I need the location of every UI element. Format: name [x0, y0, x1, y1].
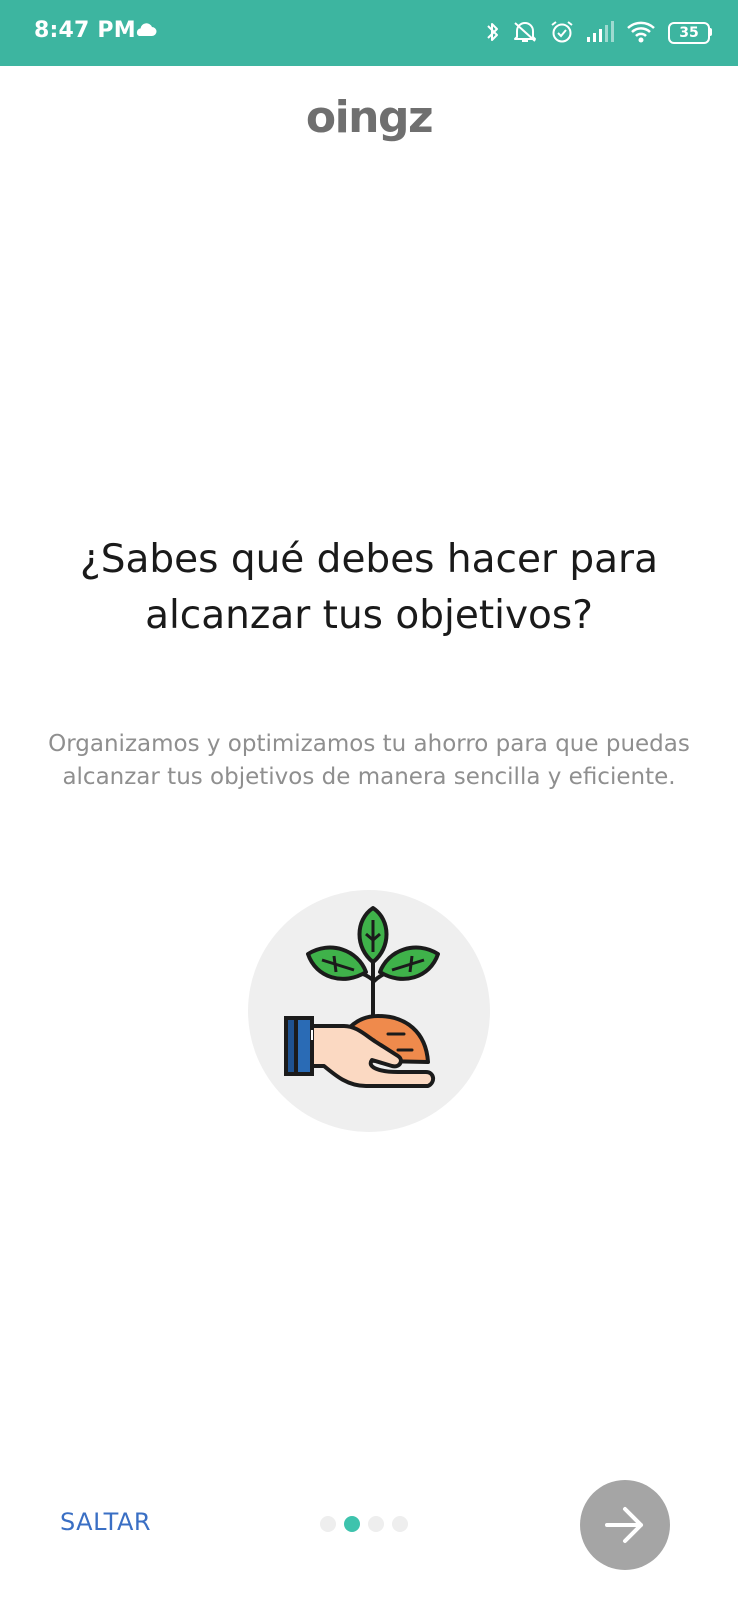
app-logo: oingz	[305, 92, 434, 143]
skip-button[interactable]: SALTAR	[60, 1508, 151, 1536]
arrow-right-icon	[605, 1507, 643, 1543]
cloud-icon	[136, 23, 157, 36]
battery-level: 35	[668, 22, 710, 44]
onboarding-title: ¿Sabes qué debes hacer para alcanzar tus…	[80, 537, 658, 638]
page-dot-1[interactable]	[320, 1516, 336, 1532]
next-button[interactable]	[580, 1480, 670, 1570]
page-dot-4[interactable]	[392, 1516, 408, 1532]
onboarding-description: Organizamos y optimizamos tu ahorro para…	[48, 731, 690, 790]
status-time: 8:47 PM	[34, 18, 136, 43]
signal-icon	[587, 21, 614, 42]
wifi-icon	[627, 21, 655, 43]
page-dot-3[interactable]	[368, 1516, 384, 1532]
alarm-icon	[551, 21, 573, 43]
page-dot-2[interactable]	[344, 1516, 360, 1532]
battery-icon: 35	[668, 22, 712, 44]
status-bar: 8:47 PM 35	[0, 0, 738, 66]
page-indicator	[320, 1516, 408, 1532]
status-icons: 35	[486, 17, 712, 47]
plant-in-hand-icon	[248, 890, 490, 1132]
bluetooth-icon	[487, 23, 498, 41]
mute-icon	[514, 22, 536, 42]
